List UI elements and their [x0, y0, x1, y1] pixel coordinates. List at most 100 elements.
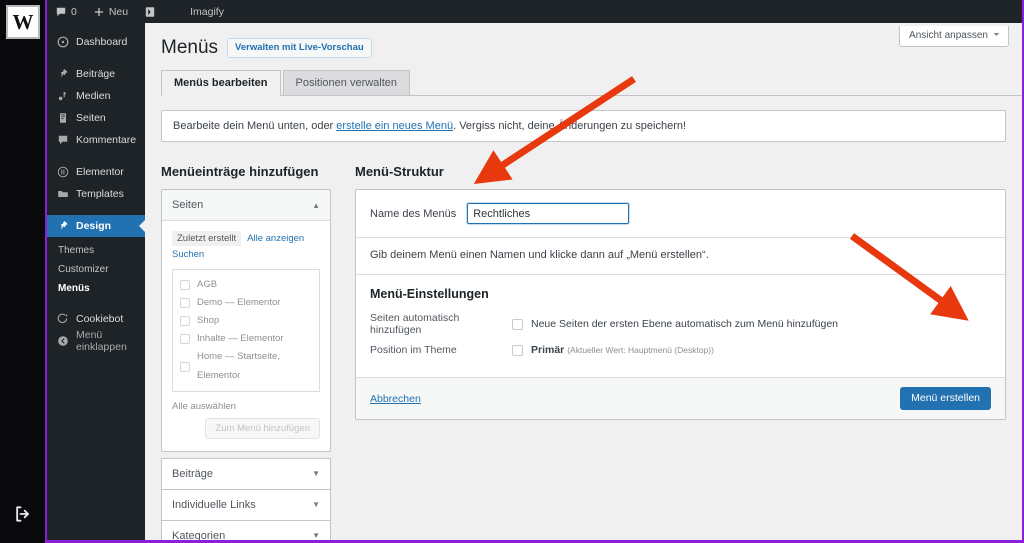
adminbar-new-label: Neu	[108, 5, 129, 18]
add-items-title: Menüeinträge hinzufügen	[161, 164, 319, 179]
list-item-label: Home — Startseite, Elementor	[197, 351, 280, 381]
admin-content: Ansicht anpassen Menüs Verwalten mit Liv…	[145, 23, 1022, 540]
auto-add-checkbox[interactable]	[512, 318, 523, 330]
screen-options-label: Ansicht anpassen	[909, 30, 988, 41]
pages-checklist: AGB Demo — Elementor Shop Inhalte — Elem…	[172, 269, 320, 392]
list-item[interactable]: Inhalte — Elementor	[180, 330, 312, 348]
pin-icon	[56, 68, 69, 81]
auto-add-label: Seiten automatisch hinzufügen	[370, 312, 460, 336]
chevron-up-icon: ▲	[312, 200, 320, 210]
sidebar-item-templates[interactable]: Templates	[47, 183, 145, 205]
sidebar-item-elementor[interactable]: Elementor	[47, 161, 145, 183]
list-item[interactable]: Demo — Elementor	[180, 294, 312, 312]
auto-add-row: Seiten automatisch hinzufügen Neue Seite…	[370, 312, 991, 336]
adminbar-comments[interactable]: 0	[47, 0, 85, 23]
create-new-menu-link[interactable]: erstelle ein neues Menü	[336, 120, 453, 132]
sidebar-item-label: Beiträge	[76, 68, 116, 80]
checkbox[interactable]	[180, 298, 190, 309]
sidebar-subitem-customizer[interactable]: Customizer	[47, 260, 145, 279]
menu-name-hint: Gib deinem Menü einen Namen und klicke d…	[370, 249, 709, 261]
page-title: Menüs	[161, 37, 219, 58]
menu-name-input[interactable]	[467, 203, 630, 224]
collapse-icon	[56, 335, 69, 348]
sidebar-divider	[47, 53, 145, 63]
tab-bar: Menüs bearbeiten Positionen verwalten	[161, 70, 1022, 96]
elementor-icon	[56, 166, 69, 179]
media-icon	[56, 90, 69, 103]
sidebar-item-design[interactable]: Design	[47, 215, 146, 237]
checkbox[interactable]	[180, 361, 190, 372]
sidebar-item-dashboard[interactable]: Dashboard	[47, 31, 145, 53]
accordion-posts-label: Beiträge	[172, 467, 213, 480]
sidebar-item-label: Menü einklappen	[76, 329, 127, 353]
chevron-down-icon	[993, 30, 1000, 41]
chevron-down-icon: ▼	[312, 500, 320, 510]
auto-add-text: Neue Seiten der ersten Ebene automatisch…	[531, 318, 839, 330]
add-menu-items-column: Menüeinträge hinzufügen Seiten ▲ Zuletzt…	[161, 164, 331, 540]
sidebar-item-label: Kommentare	[76, 134, 137, 146]
menu-settings-title: Menü-Einstellungen	[370, 287, 489, 301]
screenshot-root: W 0 Neu Imagify Dashboard Beiträge Medie…	[0, 0, 1024, 543]
menu-settings-section: Menü-Einstellungen Seiten automatisch hi…	[356, 274, 1005, 377]
checkbox[interactable]	[180, 334, 190, 345]
accordion-pages-header[interactable]: Seiten ▲	[162, 190, 330, 221]
sidebar-divider	[47, 151, 145, 161]
checkbox[interactable]	[180, 280, 190, 291]
adminbar-imagify[interactable]: Imagify	[182, 0, 232, 23]
cancel-link[interactable]: Abbrechen	[370, 393, 421, 405]
sidebar-item-label: Design	[76, 220, 112, 232]
accordion-custom-links-header[interactable]: Individuelle Links ▼	[161, 489, 331, 521]
accordion-posts-header[interactable]: Beiträge ▼	[161, 457, 331, 490]
logout-icon[interactable]	[13, 504, 33, 524]
tab-manage-locations[interactable]: Positionen verwalten	[282, 70, 411, 96]
accordion-categories-label: Kategorien	[172, 529, 226, 540]
dashboard-icon	[56, 36, 69, 49]
theme-position-row: Position im Theme Primär (Aktueller Wert…	[370, 344, 991, 356]
live-preview-button[interactable]: Verwalten mit Live-Vorschau	[227, 38, 372, 58]
sidebar-item-collapse[interactable]: Menü einklappen	[47, 329, 145, 353]
sidebar-item-label: Cookiebot	[76, 313, 124, 325]
add-to-menu-button[interactable]: Zum Menü hinzufügen	[205, 417, 320, 439]
tab-edit-menus[interactable]: Menüs bearbeiten	[161, 70, 281, 96]
menu-structure-panel: Name des Menüs Gib deinem Menü einen Nam…	[355, 189, 1006, 420]
adminbar-new[interactable]: Neu	[85, 0, 136, 23]
sidebar-item-kommentare[interactable]: Kommentare	[47, 129, 145, 151]
list-item[interactable]: Home — Startseite, Elementor	[180, 348, 312, 384]
comment-icon	[55, 6, 67, 18]
select-all-link[interactable]: Alle auswählen	[172, 401, 320, 412]
sidebar-divider	[47, 298, 145, 308]
sidebar-item-label: Elementor	[76, 166, 124, 178]
plus-icon	[93, 6, 105, 18]
templates-icon	[56, 188, 69, 201]
accordion-pages-body: Zuletzt erstellt Alle anzeigen Suchen AGB…	[162, 221, 330, 451]
sidebar-item-medien[interactable]: Medien	[47, 85, 145, 107]
cookiebot-icon	[56, 313, 69, 326]
sidebar-item-label: Templates	[76, 188, 124, 200]
create-menu-button[interactable]: Menü erstellen	[900, 387, 991, 410]
panel-footer: Abbrechen Menü erstellen	[356, 377, 1005, 419]
list-item[interactable]: AGB	[180, 276, 312, 294]
sidebar-item-seiten[interactable]: Seiten	[47, 107, 145, 129]
chevron-down-icon: ▼	[312, 531, 320, 540]
menu-name-row: Name des Menüs	[356, 190, 1005, 238]
sidebar-item-beitraege[interactable]: Beiträge	[47, 63, 145, 85]
sidebar-item-label: Medien	[76, 90, 111, 102]
tab-search[interactable]: Suchen	[172, 249, 204, 260]
wordpress-logo: W	[6, 5, 40, 39]
adminbar-imagify-icon-wrap[interactable]	[136, 0, 164, 23]
accordion-categories-header[interactable]: Kategorien ▼	[161, 520, 331, 540]
theme-position-checkbox[interactable]	[512, 344, 523, 356]
list-item[interactable]: Shop	[180, 312, 312, 330]
sidebar-item-cookiebot[interactable]: Cookiebot	[47, 308, 145, 330]
checkbox[interactable]	[180, 316, 190, 327]
screen-options-button[interactable]: Ansicht anpassen	[899, 26, 1009, 47]
tab-recently-created[interactable]: Zuletzt erstellt	[172, 231, 242, 246]
sidebar-subitem-themes[interactable]: Themes	[47, 241, 145, 260]
sidebar-subitem-menus[interactable]: Menüs	[47, 279, 145, 298]
tab-view-all[interactable]: Alle anzeigen	[247, 233, 304, 244]
page-header: Menüs Verwalten mit Live-Vorschau	[145, 23, 1022, 59]
pages-tablinks: Zuletzt erstellt Alle anzeigen Suchen	[172, 231, 320, 263]
comment-icon	[56, 134, 69, 147]
list-item-label: AGB	[197, 279, 218, 291]
notice-suffix: . Vergiss nicht, deine Änderungen zu spe…	[453, 120, 687, 132]
